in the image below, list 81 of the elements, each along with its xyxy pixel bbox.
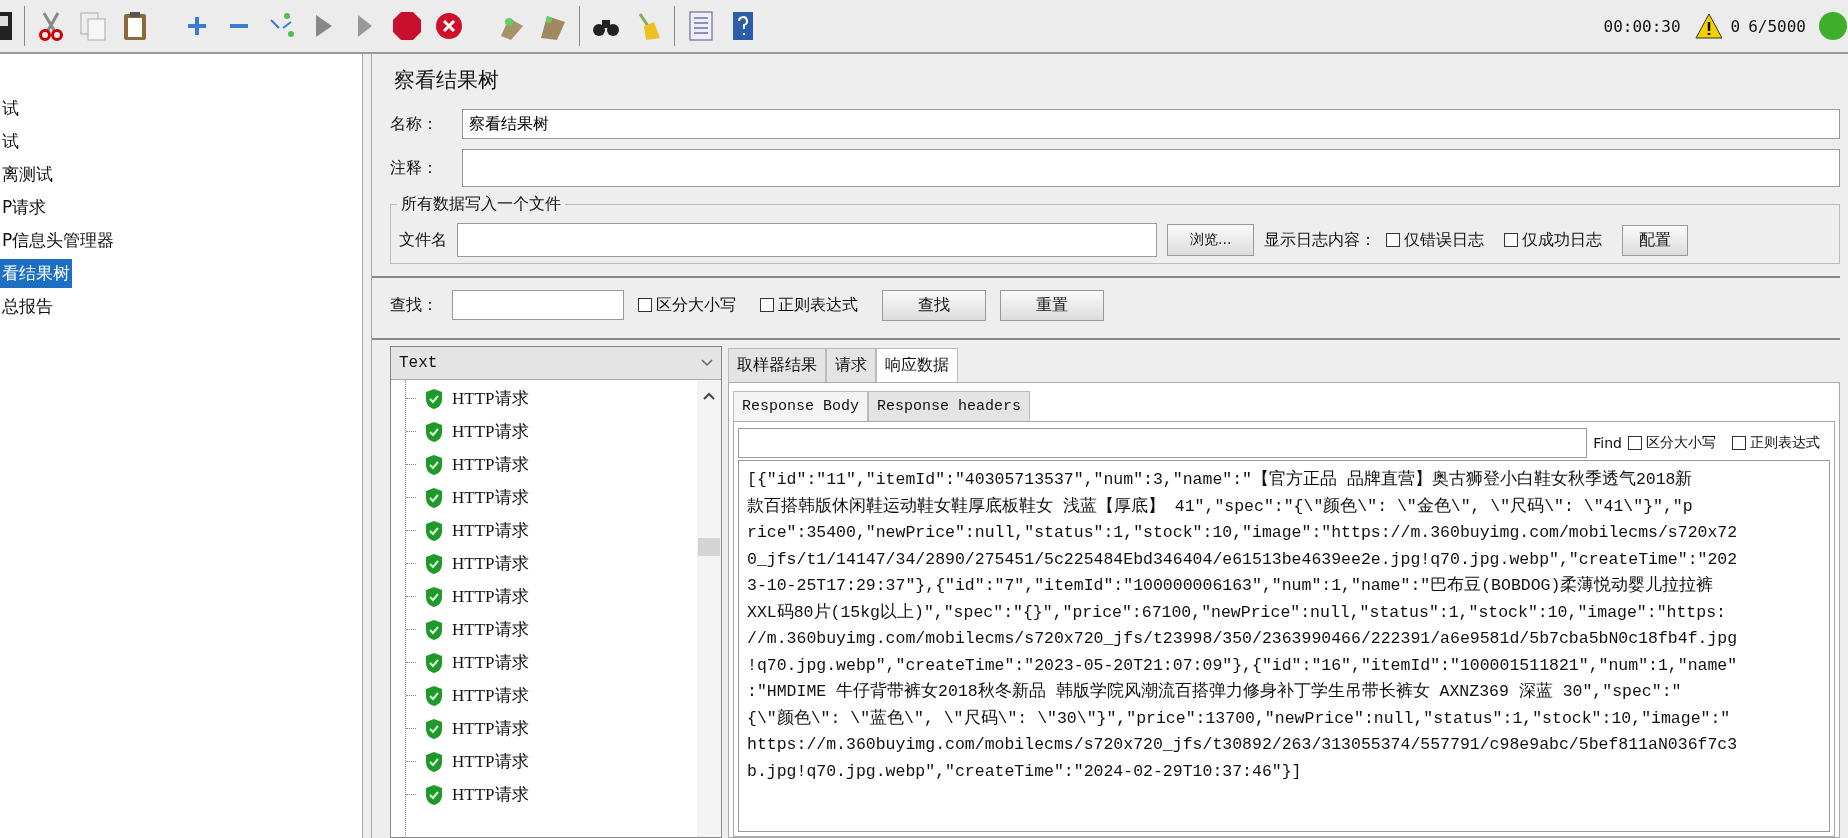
log-label: 显示日志内容： [1264, 229, 1377, 251]
shield-check-icon [424, 684, 444, 707]
thread-count: 6/5000 [1748, 16, 1806, 36]
checkbox[interactable] [1504, 233, 1519, 247]
tab[interactable]: Response headers [868, 391, 1031, 421]
file-field[interactable] [457, 223, 1157, 257]
tab[interactable]: 响应数据 [876, 348, 958, 382]
search-button[interactable]: 查找 [882, 289, 986, 321]
shield-check-icon [424, 783, 444, 806]
tree-item[interactable]: P信息头管理器 [0, 226, 117, 255]
result-item[interactable]: HTTP请求 [452, 453, 529, 476]
checkbox[interactable] [760, 298, 774, 312]
scroll-up-icon[interactable] [703, 392, 715, 400]
checkbox[interactable] [1628, 436, 1642, 450]
shield-check-icon [424, 585, 444, 608]
comment-label: 注释： [390, 157, 439, 179]
search-label: 查找： [390, 294, 438, 316]
shield-check-icon [424, 750, 444, 773]
checkbox[interactable] [638, 298, 652, 312]
name-field[interactable]: 察看结果树 [462, 109, 1840, 139]
file-label: 文件名 [399, 229, 447, 251]
checkbox-label: 正则表达式 [1750, 434, 1820, 452]
checkbox[interactable] [1386, 233, 1401, 247]
tree-item[interactable]: 看结果树 [0, 259, 72, 288]
scrollbar[interactable] [697, 380, 721, 837]
shield-check-icon [424, 651, 444, 674]
reset-button[interactable]: 重置 [1000, 289, 1104, 321]
comment-field[interactable] [462, 149, 1840, 187]
config-button[interactable]: 配置 [1622, 224, 1689, 256]
tree-item[interactable]: P请求 [0, 193, 49, 222]
checkbox-label: 区分大小写 [1646, 434, 1716, 452]
scroll-thumb[interactable] [698, 538, 720, 556]
tab[interactable]: 取样器结果 [728, 348, 826, 382]
tree-item[interactable]: 试 [0, 94, 21, 123]
search-field[interactable] [452, 290, 624, 320]
response-body: [{"id":"11","itemId":"40305713537","num":3,"name":"【官方正品 品牌直营】奥古狮登小白鞋女秋季透气2018新 款百搭韩版休闲鞋运动鞋女鞋厚底板鞋女 浅蓝【厚底】 41","spec":"{\"颜色\": \"金色\", \"尺码\": \"41\"}","p rice":35400,"newPrice":null,"status":1,"stock":10,"image":"https://m.360buyimg.com/mobilecms/s720x72 0_jfs/t1/14147/34/2890/275451/5c225484Ebd346404/e61513be4639ee2e.jpg!q70.jpg.webp","createTime":"202 3-10-25T17:29:37"},{"id":"7","itemId":"100000006163","num":1,"name":"巴布豆(BOBDOG)柔薄悦动婴儿拉拉裤 XXL码80片(15kg以上)","spec":"{}","price":67100,"newPrice":null,"status":1,"stock":10,"image":"https: //m.360buyimg.com/mobilecms/s720x720_jfs/t23998/350/2363990466/222391/a6e9581d/5b7cba5bN0c18fb4f.jpg !q70.jpg.webp","createTime":"2023-05-20T21:07:09"},{"id":"16","itemId":"100001511821","num":1,"name" :"HMDIME 牛仔背带裤女2018秋冬新品 韩版学院风潮流百搭弹力修身补丁学生吊带长裤女 AXNZ369 深蓝 30","spec":" {\"颜色\": \"蓝色\", \"尺码\": \"30\"}","price":13700,"newPrice":null,"status":1,"stock":10,"image":" https://m.360buyimg.com/mobilecms/s720x720_jfs/t30892/263/313055374/557791/c98e9abc/5bef811aN036f7c3 b.jpg!q70.jpg.webp","createTime":"2024-02-29T10:37:46"}] [738, 460, 1830, 832]
result-item[interactable]: HTTP请求 [452, 387, 529, 410]
tree-item[interactable]: 总报告 [0, 292, 55, 321]
find-field[interactable] [738, 428, 1588, 458]
tab[interactable]: 请求 [826, 348, 876, 382]
save-icon[interactable] [0, 10, 14, 42]
browse-button[interactable]: 浏览... [1167, 224, 1255, 256]
group-legend: 所有数据写入一个文件 [397, 194, 565, 215]
result-item[interactable]: HTTP请求 [452, 420, 529, 443]
close-icon[interactable] [433, 10, 465, 42]
result-item[interactable]: HTTP请求 [452, 519, 529, 542]
result-item[interactable]: HTTP请求 [452, 486, 529, 509]
result-item[interactable]: HTTP请求 [452, 651, 529, 674]
tree-item[interactable]: 试 [0, 127, 21, 156]
result-item[interactable]: HTTP请求 [452, 783, 529, 806]
elapsed-time: 00:00:30 [1603, 16, 1681, 36]
result-item[interactable]: HTTP请求 [452, 750, 529, 773]
stop-icon[interactable] [391, 10, 423, 42]
result-item[interactable]: HTTP请求 [452, 552, 529, 575]
renderer-dropdown[interactable]: Text [391, 347, 721, 380]
shield-check-icon [424, 486, 444, 509]
panel-title: 察看结果树 [394, 67, 500, 94]
checkbox-label: 正则表达式 [778, 294, 858, 316]
shield-check-icon [424, 717, 444, 740]
checkbox-label: 区分大小写 [656, 294, 736, 316]
shield-check-icon [424, 618, 444, 641]
checkbox-label: 仅成功日志 [1522, 229, 1603, 251]
result-item[interactable]: HTTP请求 [452, 618, 529, 641]
chevron-icon [701, 359, 713, 367]
checkbox[interactable] [1732, 436, 1746, 450]
warning-count: 0 [1730, 16, 1741, 36]
result-item[interactable]: HTTP请求 [452, 684, 529, 707]
result-item[interactable]: HTTP请求 [452, 585, 529, 608]
shield-check-icon [424, 387, 444, 410]
shield-check-icon [424, 552, 444, 575]
name-label: 名称： [390, 113, 439, 135]
find-label: Find [1593, 435, 1622, 451]
shield-check-icon [424, 453, 444, 476]
warning-icon [1694, 13, 1723, 39]
status-light-icon [1818, 11, 1848, 41]
tree-item[interactable]: 离测试 [0, 160, 55, 189]
shield-check-icon [424, 420, 444, 443]
shield-check-icon [424, 519, 444, 542]
tab[interactable]: Response Body [733, 391, 869, 421]
checkbox-label: 仅错误日志 [1404, 229, 1485, 251]
result-item[interactable]: HTTP请求 [452, 717, 529, 740]
